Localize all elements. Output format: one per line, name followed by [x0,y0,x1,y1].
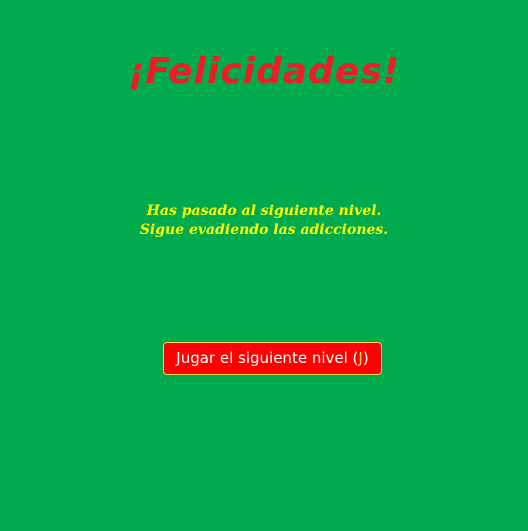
message-line-2: Sigue evadiendo las adicciones. [139,222,389,238]
play-next-level-label: Jugar el siguiente nivel [176,349,348,367]
congratulations-title: ¡Felicidades! [127,51,401,92]
shortcut-close-paren: ) [362,349,369,367]
level-complete-message: Has pasado al siguiente nivel. Sigue eva… [0,202,528,240]
play-next-level-button[interactable]: Jugar el siguiente nivel (J) [163,342,382,375]
message-line-1: Has pasado al siguiente nivel. [146,203,382,219]
level-complete-screen: ¡Felicidades! Has pasado al siguiente ni… [0,0,528,531]
